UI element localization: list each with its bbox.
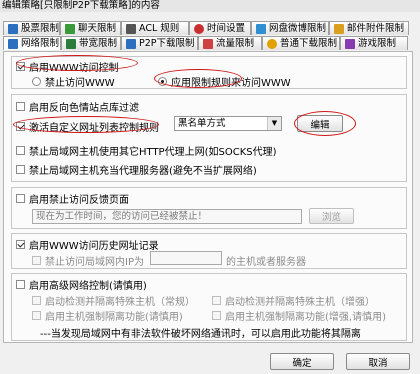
adv-opt3-row: 启用主机强制隔离功能(请慎用) <box>32 308 183 323</box>
p2p-icon <box>126 38 136 49</box>
adv-opt2-checkbox[interactable] <box>212 296 221 305</box>
lan-ip-checkbox[interactable] <box>32 256 41 265</box>
www-control-group: 启用WWW访问控制 禁止访问WWW 应用限制规则来访问WWW <box>11 56 407 89</box>
advanced-enable-row: 启用高级网络控制(请慎用) <box>16 277 147 292</box>
adv-opt2-label: 启动检测并隔离特殊主机（增强） <box>225 297 375 308</box>
network-icon <box>8 38 18 49</box>
tab-row-bottom: 网络限制 带宽限制 P2P下载限制 流量限制 普通下载限制 游戏限制 <box>3 36 408 51</box>
tab-mail-attachment-limit[interactable]: 邮件附件限制 <box>329 21 409 35</box>
proxy-server-label: 禁止局域网主机充当代理服务器(避免不当扩展网络) <box>29 166 257 177</box>
tab-network-limit[interactable]: 网络限制 <box>3 36 61 50</box>
game-icon <box>345 38 355 49</box>
browse-button[interactable]: 浏览 <box>309 208 354 224</box>
tab-bandwidth-limit[interactable]: 带宽限制 <box>61 36 121 50</box>
lan-ip-row: 禁止访问局域网内IP为 <box>32 253 144 268</box>
adv-opt3-checkbox[interactable] <box>32 311 41 320</box>
tab-time-settings[interactable]: 时间设置 <box>189 21 251 35</box>
url-list-row: 激活自定义网址列表控制规则 <box>16 119 159 134</box>
bandwidth-icon <box>66 38 76 49</box>
ok-button[interactable]: 确定 <box>270 353 334 370</box>
www-enable-row: 启用WWW访问控制 <box>16 59 119 74</box>
adv-opt4-label: 启用主机强制隔离功能(增强,请慎用) <box>225 312 386 323</box>
advanced-note: ---当发现局域网中有非法软件破坏网络通讯时，可以启用此功能将其隔离 <box>40 329 361 340</box>
www-forbid-label: 禁止访问WWW <box>45 78 115 89</box>
adv-opt3-label: 启用主机强制隔离功能(请慎用) <box>45 312 183 323</box>
url-list-label: 激活自定义网址列表控制规则 <box>29 123 159 134</box>
edit-button[interactable]: 编辑 <box>297 115 343 132</box>
list-mode-value: 黑名单方式 <box>178 118 226 129</box>
tab-traffic-limit[interactable]: 流量限制 <box>198 36 262 50</box>
advanced-control-group: 启用高级网络控制(请慎用) 启动检测并隔离特殊主机（常规） 启动检测并隔离特殊主… <box>11 273 407 341</box>
filter-options-group: 启用反向色情站点库过滤 激活自定义网址列表控制规则 黑名单方式 ▼ 编辑 禁止局… <box>11 94 407 182</box>
clock-icon <box>194 23 204 34</box>
network-limit-panel: 启用WWW访问控制 禁止访问WWW 应用限制规则来访问WWW 启用反向色情站点库… <box>3 51 413 343</box>
www-forbid-radio[interactable] <box>32 77 41 86</box>
tab-stock-limit[interactable]: 股票限制 <box>3 21 60 35</box>
reverse-proxy-label: 启用反向色情站点库过滤 <box>29 103 139 114</box>
www-enable-checkbox[interactable] <box>16 62 25 71</box>
reverse-proxy-row: 启用反向色情站点库过滤 <box>16 99 139 114</box>
lan-ip-suffix: 的主机或者服务器 <box>226 257 306 268</box>
chevron-down-icon: ▼ <box>267 117 281 130</box>
www-rules-row: 应用限制规则来访问WWW <box>158 74 291 89</box>
list-mode-select[interactable]: 黑名单方式 ▼ <box>174 116 282 131</box>
http-proxy-row: 禁止局域网主机使用其它HTTP代理上网(如SOCKS代理) <box>16 143 277 158</box>
tab-acl-rules[interactable]: ACL 规则 <box>121 21 189 35</box>
tab-normal-download-limit[interactable]: 普通下载限制 <box>262 36 340 50</box>
lan-ip-label: 禁止访问局域网内IP为 <box>45 257 144 268</box>
download-icon <box>267 38 277 49</box>
http-proxy-label: 禁止局域网主机使用其它HTTP代理上网(如SOCKS代理) <box>29 147 277 158</box>
stock-icon <box>8 23 18 34</box>
proxy-server-checkbox[interactable] <box>16 165 25 174</box>
history-enable-row: 启用WWW访问历史网址记录 <box>16 237 159 252</box>
lan-ip-field[interactable] <box>150 251 222 265</box>
www-enable-label: 启用WWW访问控制 <box>29 63 119 74</box>
acl-icon <box>126 23 136 34</box>
adv-opt4-row: 启用主机强制隔离功能(增强,请慎用) <box>212 308 386 323</box>
mail-icon <box>334 23 344 34</box>
cancel-button[interactable]: 取消 <box>346 353 410 370</box>
www-rules-radio[interactable] <box>158 77 167 86</box>
tab-row-top: 股票限制 聊天限制 ACL 规则 时间设置 网盘微博限制 邮件附件限制 <box>3 21 409 36</box>
tab-cloud-weibo-limit[interactable]: 网盘微博限制 <box>251 21 329 35</box>
window-title: 编辑策略[只限制P2P下载策略]的内容 <box>2 0 160 11</box>
www-forbid-row: 禁止访问WWW <box>32 74 115 89</box>
history-enable-label: 启用WWW访问历史网址记录 <box>29 241 159 252</box>
history-group: 启用WWW访问历史网址记录 禁止访问局域网内IP为 的主机或者服务器 <box>11 233 407 269</box>
feedback-enable-checkbox[interactable] <box>16 194 25 203</box>
traffic-icon <box>203 38 213 49</box>
proxy-server-row: 禁止局域网主机充当代理服务器(避免不当扩展网络) <box>16 162 257 177</box>
http-proxy-checkbox[interactable] <box>16 146 25 155</box>
feedback-enable-row: 启用禁止访问反馈页面 <box>16 191 129 206</box>
adv-opt1-checkbox[interactable] <box>32 296 41 305</box>
reverse-proxy-checkbox[interactable] <box>16 102 25 111</box>
tab-game-limit[interactable]: 游戏限制 <box>340 36 408 50</box>
advanced-enable-checkbox[interactable] <box>16 280 25 289</box>
feedback-enable-label: 启用禁止访问反馈页面 <box>29 195 129 206</box>
adv-opt4-checkbox[interactable] <box>212 311 221 320</box>
tab-chat-limit[interactable]: 聊天限制 <box>60 21 121 35</box>
www-rules-label: 应用限制规则来访问WWW <box>171 78 291 89</box>
feedback-text-field[interactable]: 现在为工作时间，您的访问已经被禁止！ <box>32 209 302 224</box>
window-title-bar: 编辑策略[只限制P2P下载策略]的内容 <box>0 0 420 12</box>
feedback-page-group: 启用禁止访问反馈页面 现在为工作时间，您的访问已经被禁止！ 浏览 <box>11 187 407 229</box>
advanced-enable-label: 启用高级网络控制(请慎用) <box>29 281 147 292</box>
adv-opt1-row: 启动检测并隔离特殊主机（常规） <box>32 293 195 308</box>
history-enable-checkbox[interactable] <box>16 240 25 249</box>
chat-icon <box>65 23 75 34</box>
cloud-icon <box>256 23 266 34</box>
adv-opt1-label: 启动检测并隔离特殊主机（常规） <box>45 297 195 308</box>
tab-p2p-download-limit[interactable]: P2P下载限制 <box>121 36 198 50</box>
adv-opt2-row: 启动检测并隔离特殊主机（增强） <box>212 293 375 308</box>
url-list-checkbox[interactable] <box>16 122 25 131</box>
